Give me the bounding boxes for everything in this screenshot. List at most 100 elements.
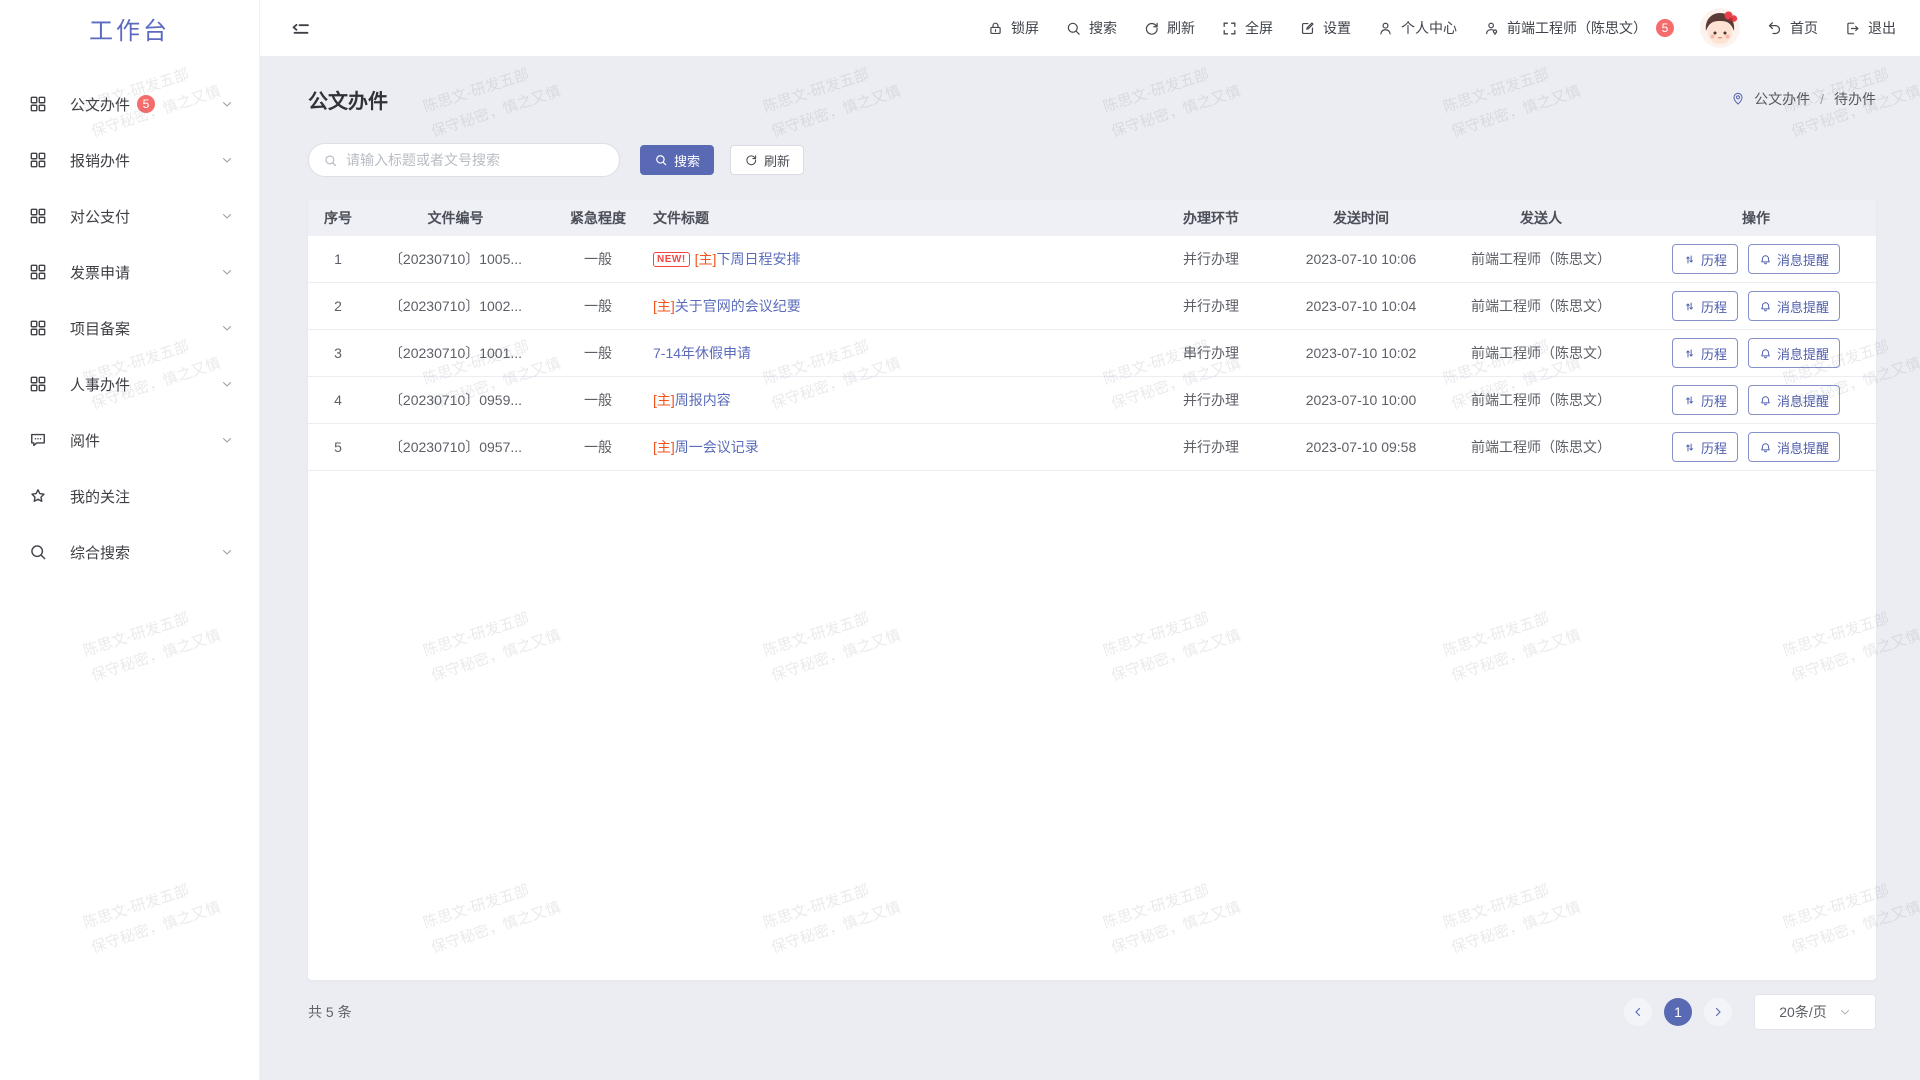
sidebar-item[interactable]: 综合搜索	[0, 524, 259, 580]
topbar: 锁屏 搜索 刷新 全屏 设置	[260, 0, 1920, 56]
sidebar-item-label: 发票申请	[70, 262, 130, 283]
bell-icon	[1759, 253, 1772, 266]
refresh-list-button[interactable]: 刷新	[730, 145, 804, 175]
sidebar-item-icon	[28, 430, 48, 450]
seq-cell: 3	[308, 345, 368, 361]
chevron-down-icon	[221, 434, 233, 446]
history-button[interactable]: 历程	[1672, 244, 1738, 274]
sidebar-item[interactable]: 报销办件	[0, 132, 259, 188]
page-title: 公文办件	[308, 85, 388, 114]
step-cell: 并行办理	[1146, 437, 1276, 457]
home-button[interactable]: 首页	[1766, 18, 1818, 38]
sidebar-item-icon	[28, 262, 48, 282]
sidebar-item-badge: 5	[137, 95, 155, 113]
swap-vertical-icon	[1683, 394, 1696, 407]
step-cell: 并行办理	[1146, 249, 1276, 269]
toolbar: 搜索 刷新	[308, 140, 1876, 180]
doc-title-link[interactable]: 7-14年休假申请	[653, 343, 751, 363]
history-button[interactable]: 历程	[1672, 432, 1738, 462]
chevron-right-icon	[1712, 1006, 1724, 1018]
sidebar-item-icon	[28, 486, 48, 506]
breadcrumb-current: 待办件	[1834, 89, 1876, 109]
pagination-next-button[interactable]	[1704, 998, 1732, 1026]
history-button[interactable]: 历程	[1672, 291, 1738, 321]
home-label: 首页	[1790, 18, 1818, 38]
seq-cell: 4	[308, 392, 368, 408]
sidebar-item-icon	[28, 374, 48, 394]
doc-no-cell: 〔20230710〕0957...	[368, 437, 543, 457]
bell-icon	[1759, 441, 1772, 454]
sidebar-item[interactable]: 对公支付	[0, 188, 259, 244]
operations-cell: 历程 消息提醒	[1636, 385, 1876, 415]
urgency-cell: 一般	[543, 390, 653, 410]
message-remind-button[interactable]: 消息提醒	[1748, 385, 1840, 415]
chevron-down-icon	[221, 546, 233, 558]
app-logo: 工作台	[0, 0, 259, 56]
logout-button[interactable]: 退出	[1844, 18, 1896, 38]
pagination-prev-button[interactable]	[1624, 998, 1652, 1026]
time-cell: 2023-07-10 09:58	[1276, 439, 1446, 455]
user-avatar[interactable]	[1700, 8, 1740, 48]
table-footer: 共 5 条 1 20条/页	[308, 994, 1876, 1030]
column-header-urgency: 紧急程度	[543, 208, 653, 228]
urgency-cell: 一般	[543, 437, 653, 457]
urgency-cell: 一般	[543, 249, 653, 269]
message-remind-button[interactable]: 消息提醒	[1748, 338, 1840, 368]
swap-vertical-icon	[1683, 441, 1696, 454]
sidebar-item-label: 综合搜索	[70, 542, 130, 563]
history-button[interactable]: 历程	[1672, 338, 1738, 368]
current-user[interactable]: 前端工程师（陈思文） 5	[1483, 18, 1674, 38]
operations-cell: 历程 消息提醒	[1636, 338, 1876, 368]
swap-vertical-icon	[1683, 347, 1696, 360]
sender-cell: 前端工程师（陈思文）	[1446, 437, 1636, 457]
step-cell: 并行办理	[1146, 390, 1276, 410]
history-button[interactable]: 历程	[1672, 385, 1738, 415]
sidebar-item[interactable]: 项目备案	[0, 300, 259, 356]
search-icon	[28, 542, 48, 562]
doc-no-cell: 〔20230710〕1001...	[368, 343, 543, 363]
table-body: 1 〔20230710〕1005... 一般 NEW! [主] 下周日程安排 并…	[308, 236, 1876, 471]
refresh-button[interactable]: 刷新	[1143, 18, 1195, 38]
sender-cell: 前端工程师（陈思文）	[1446, 390, 1636, 410]
search-button[interactable]: 搜索	[640, 145, 714, 175]
grid-icon	[28, 318, 48, 338]
sidebar-item[interactable]: 发票申请	[0, 244, 259, 300]
sidebar-item[interactable]: 我的关注	[0, 468, 259, 524]
doc-no-cell: 〔20230710〕1002...	[368, 296, 543, 316]
pagination-page-1[interactable]: 1	[1664, 998, 1692, 1026]
global-search-button[interactable]: 搜索	[1065, 18, 1117, 38]
search-icon	[654, 153, 668, 167]
table-row: 2 〔20230710〕1002... 一般 [主] 关于官网的会议纪要 并行办…	[308, 283, 1876, 330]
message-remind-button[interactable]: 消息提醒	[1748, 432, 1840, 462]
page-size-select[interactable]: 20条/页	[1754, 994, 1876, 1030]
breadcrumb-item[interactable]: 公文办件	[1754, 89, 1810, 109]
settings-button[interactable]: 设置	[1299, 18, 1351, 38]
menu-fold-icon[interactable]	[290, 18, 310, 38]
message-remind-button-label: 消息提醒	[1777, 391, 1829, 410]
lock-screen-button[interactable]: 锁屏	[987, 18, 1039, 38]
sidebar-item-icon	[28, 542, 48, 562]
sidebar-item[interactable]: 阅件	[0, 412, 259, 468]
doc-title-link[interactable]: 周一会议记录	[675, 437, 759, 457]
fullscreen-icon	[1221, 20, 1238, 37]
chevron-down-icon	[221, 266, 233, 278]
doc-title-link[interactable]: 周报内容	[675, 390, 731, 410]
message-remind-button-label: 消息提醒	[1777, 297, 1829, 316]
search-input[interactable]	[346, 152, 605, 168]
fullscreen-button[interactable]: 全屏	[1221, 18, 1273, 38]
location-pin-icon	[1730, 91, 1746, 107]
grid-icon	[28, 374, 48, 394]
time-cell: 2023-07-10 10:06	[1276, 251, 1446, 267]
time-cell: 2023-07-10 10:02	[1276, 345, 1446, 361]
chat-icon	[28, 430, 48, 450]
sidebar-item[interactable]: 人事办件	[0, 356, 259, 412]
sidebar-item[interactable]: 公文办件 5	[0, 76, 259, 132]
doc-title-link[interactable]: 关于官网的会议纪要	[675, 296, 801, 316]
profile-button[interactable]: 个人中心	[1377, 18, 1457, 38]
doc-title-link[interactable]: 下周日程安排	[716, 249, 800, 269]
grid-icon	[28, 262, 48, 282]
message-remind-button[interactable]: 消息提醒	[1748, 244, 1840, 274]
time-cell: 2023-07-10 10:00	[1276, 392, 1446, 408]
sidebar-item-label: 阅件	[70, 430, 100, 451]
message-remind-button[interactable]: 消息提醒	[1748, 291, 1840, 321]
